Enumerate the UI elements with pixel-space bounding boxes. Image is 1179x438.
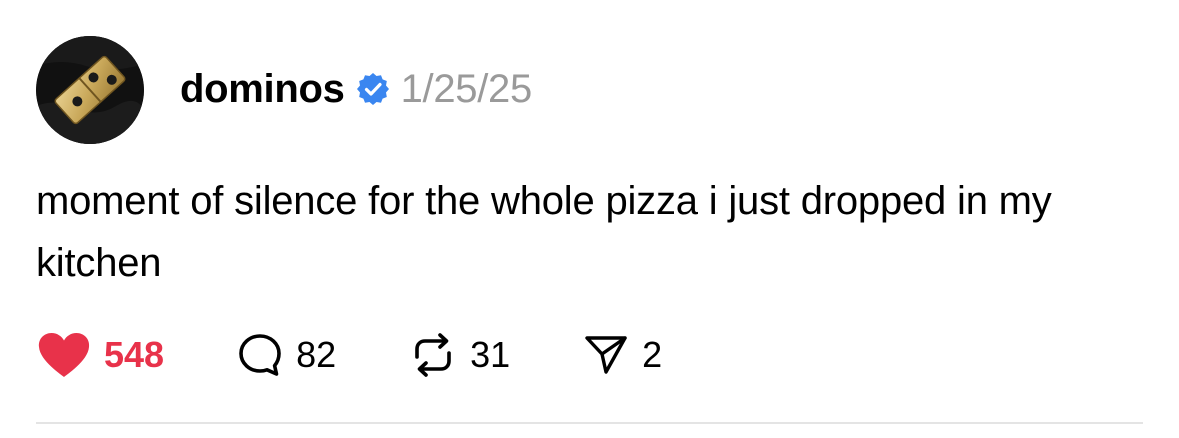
avatar[interactable] xyxy=(36,36,144,144)
repost-button[interactable]: 31 xyxy=(408,331,510,379)
send-icon xyxy=(582,331,630,379)
domino-logo-icon xyxy=(36,36,144,144)
post-header: dominos 1/25/25 xyxy=(180,62,532,116)
post-date[interactable]: 1/25/25 xyxy=(401,67,533,112)
share-button[interactable]: 2 xyxy=(582,331,662,379)
like-button[interactable]: 548 xyxy=(36,331,164,379)
action-bar: 548 82 31 2 xyxy=(36,330,662,380)
heart-icon xyxy=(36,331,92,379)
comment-icon xyxy=(236,331,284,379)
username[interactable]: dominos xyxy=(180,67,345,112)
divider xyxy=(36,422,1143,424)
like-count: 548 xyxy=(104,334,165,375)
share-count: 2 xyxy=(642,334,663,375)
post-card: dominos 1/25/25 moment of silence for th… xyxy=(0,0,1179,438)
verified-badge-icon xyxy=(355,71,391,107)
repost-count: 31 xyxy=(470,334,511,375)
post-text: moment of silence for the whole pizza i … xyxy=(36,179,1052,285)
reply-button[interactable]: 82 xyxy=(236,331,336,379)
repost-icon xyxy=(408,331,458,379)
reply-count: 82 xyxy=(296,334,337,375)
